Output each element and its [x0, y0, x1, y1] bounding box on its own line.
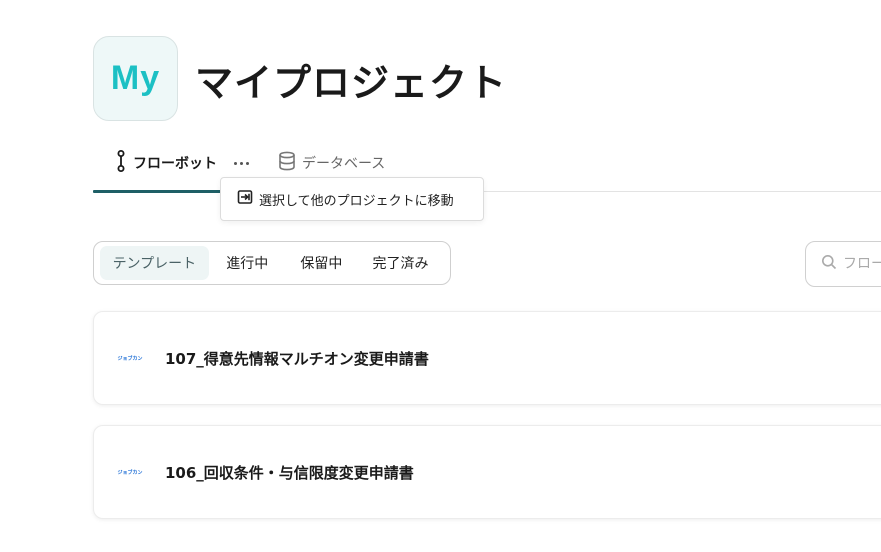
jobcan-logo: ジョブカン: [117, 355, 143, 362]
ellipsis-icon: [233, 161, 237, 165]
search-icon: [821, 254, 837, 274]
filter-template[interactable]: テンプレート: [100, 246, 209, 280]
flowbot-card[interactable]: ジョブカン 107_得意先情報マルチオン変更申請書: [93, 311, 881, 405]
flowbot-title: 107_得意先情報マルチオン変更申請書: [165, 349, 429, 368]
tab-more-button[interactable]: [229, 152, 253, 174]
filter-completed[interactable]: 完了済み: [357, 246, 444, 280]
filter-in-progress[interactable]: 進行中: [209, 246, 286, 280]
search-box[interactable]: [805, 241, 881, 287]
move-to-project-menu-item[interactable]: 選択して他のプロジェクトに移動: [220, 177, 484, 221]
filter-on-hold[interactable]: 保留中: [286, 246, 357, 280]
status-filter: テンプレート 進行中 保留中 完了済み: [93, 241, 451, 285]
tab-flowbot-label: フローボット: [133, 156, 217, 172]
project-avatar: My: [93, 36, 178, 121]
jobcan-logo: ジョブカン: [117, 469, 143, 476]
flowbot-title: 106_回収条件・与信限度変更申請書: [165, 463, 414, 482]
project-avatar-text: My: [110, 59, 161, 97]
flow-icon: [115, 150, 127, 176]
move-to-icon: [237, 189, 253, 209]
database-icon: [278, 151, 296, 175]
move-to-project-label: 選択して他のプロジェクトに移動: [259, 193, 454, 209]
tab-database[interactable]: データベース: [278, 150, 385, 176]
page-title: マイプロジェクト: [195, 61, 508, 105]
search-input[interactable]: [843, 256, 881, 272]
tab-database-label: データベース: [302, 156, 386, 172]
flowbot-card[interactable]: ジョブカン 106_回収条件・与信限度変更申請書: [93, 425, 881, 519]
tab-flowbot[interactable]: フローボット: [115, 150, 217, 176]
project-page: My マイプロジェクト フローボット データベース 選択して他のプロジェクトに移…: [0, 0, 881, 552]
